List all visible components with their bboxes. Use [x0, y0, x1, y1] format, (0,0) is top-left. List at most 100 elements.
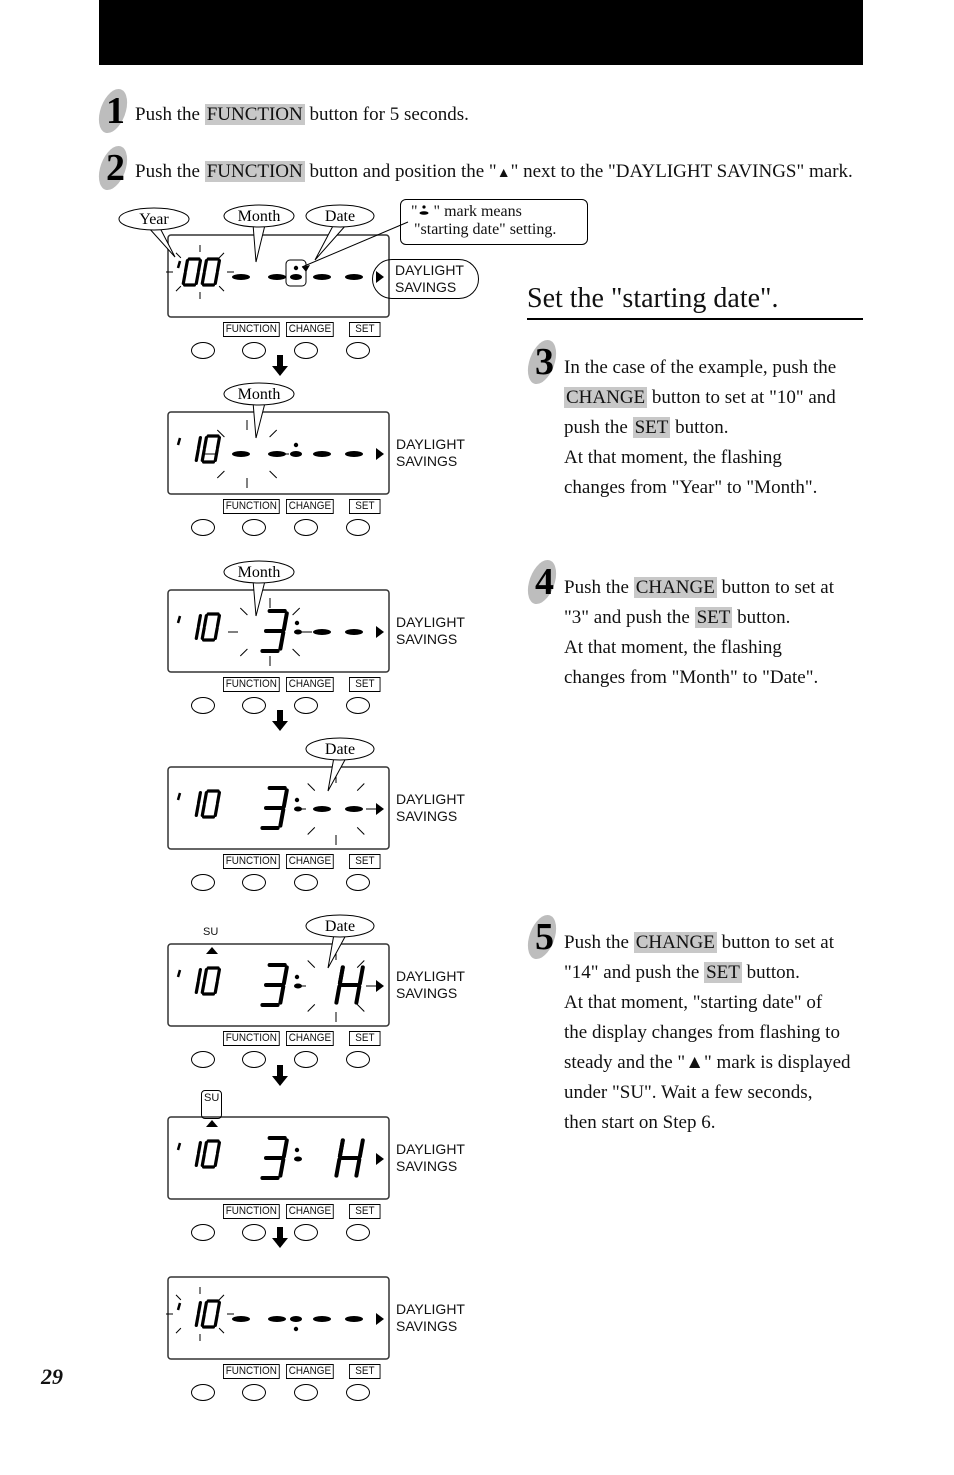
- su-label: SU: [203, 926, 219, 938]
- function-button[interactable]: [242, 1384, 266, 1401]
- function-button[interactable]: [242, 697, 266, 714]
- function-button[interactable]: [242, 519, 266, 536]
- text-segment: At that moment, "starting date" of: [564, 992, 823, 1013]
- function-label: FUNCTION: [223, 1364, 280, 1379]
- set-button[interactable]: [346, 1224, 370, 1241]
- change-button[interactable]: [294, 342, 318, 359]
- function-label: FUNCTION: [223, 1031, 280, 1046]
- colon-dot: [294, 620, 300, 626]
- change-button[interactable]: [294, 697, 318, 714]
- instruction-line: the display changes from flashing to: [564, 1018, 863, 1048]
- set-button[interactable]: [346, 874, 370, 891]
- text-segment: Push the: [564, 932, 634, 953]
- lcd-display-panel: DAYLIGHT SAVINGS FUNCTION CHANGE SET: [110, 1245, 510, 1425]
- physical-buttons: [191, 874, 381, 892]
- text-segment: button to set at: [716, 932, 835, 953]
- step-number-badge: 4: [523, 560, 563, 606]
- svg-text:Month: Month: [238, 208, 281, 225]
- page-number: 29: [41, 1364, 63, 1389]
- su-label: SU: [201, 1090, 223, 1119]
- instruction-line: At that moment, the flashing: [564, 443, 863, 473]
- blank-button[interactable]: [191, 342, 215, 359]
- colon-dot: [293, 265, 299, 271]
- set-button[interactable]: [346, 519, 370, 536]
- down-arrow-icon: [271, 1227, 289, 1249]
- change-button[interactable]: [294, 874, 318, 891]
- blank-button[interactable]: [191, 697, 215, 714]
- function-button[interactable]: [242, 342, 266, 359]
- change-label: CHANGE: [285, 499, 334, 514]
- change-button[interactable]: [294, 1224, 318, 1241]
- text-segment: In the case of the example, push the: [564, 357, 837, 378]
- text-segment: button.: [732, 607, 791, 628]
- text-segment: button.: [670, 417, 729, 438]
- text-segment: At that moment, the flashing: [564, 447, 782, 468]
- set-button[interactable]: [346, 697, 370, 714]
- daylight-savings-label: DAYLIGHT SAVINGS: [396, 1301, 465, 1334]
- instruction-line: push the SET button.: [564, 413, 863, 443]
- blank-button[interactable]: [191, 1051, 215, 1068]
- svg-text:Month: Month: [238, 564, 281, 581]
- change-label: CHANGE: [285, 1364, 334, 1379]
- change-button-ref: CHANGE: [633, 577, 717, 598]
- text-segment: button to set at: [716, 577, 835, 598]
- set-button-ref: SET: [694, 607, 733, 628]
- function-label: FUNCTION: [223, 677, 280, 692]
- blank-button[interactable]: [191, 1224, 215, 1241]
- function-label: FUNCTION: [223, 499, 280, 514]
- change-button[interactable]: [294, 519, 318, 536]
- instruction-line: In the case of the example, push the: [564, 353, 863, 383]
- change-button[interactable]: [294, 1384, 318, 1401]
- instruction-line: "3" and push the SET button.: [564, 603, 863, 633]
- set-button[interactable]: [346, 1384, 370, 1401]
- text-segment: "3" and push the: [564, 607, 695, 628]
- step-number-badge: 5: [523, 915, 563, 961]
- instruction-line: changes from "Year" to "Month".: [564, 473, 863, 503]
- svg-text:Date: Date: [325, 741, 355, 758]
- text-segment: button.: [741, 962, 800, 983]
- function-button[interactable]: [242, 1224, 266, 1241]
- text-segment: changes from "Month" to "Date".: [564, 667, 819, 688]
- set-label: SET: [348, 854, 381, 869]
- instruction-line: steady and the "▲" mark is displayed: [564, 1048, 863, 1078]
- instruction-line: under "SU". Wait a few seconds,: [564, 1078, 863, 1108]
- daylight-savings-label: DAYLIGHT SAVINGS: [396, 436, 465, 469]
- lcd-display-panel: SU DAYLIGHT SAVINGS FUNCTION CHANGE SET: [110, 1085, 510, 1265]
- function-label: FUNCTION: [223, 854, 280, 869]
- down-arrow-icon: [271, 710, 289, 732]
- button-labels: FUNCTION CHANGE SET: [223, 322, 384, 337]
- text-segment: steady and the "▲" mark is displayed: [564, 1052, 851, 1073]
- physical-buttons: [191, 519, 381, 537]
- lcd-display-panel: Date SU DAYLIGHT SAVINGS FUNCTION CHANGE SET: [110, 912, 510, 1092]
- section-title: Set the "starting date".: [527, 282, 863, 320]
- colon-dot: [294, 797, 300, 803]
- blank-button[interactable]: [191, 519, 215, 536]
- set-button[interactable]: [346, 342, 370, 359]
- triangle-up-icon: ▲: [496, 166, 511, 181]
- step-number-badge: 1: [94, 89, 134, 135]
- change-button[interactable]: [294, 1051, 318, 1068]
- text-segment: under "SU". Wait a few seconds,: [564, 1082, 813, 1103]
- step-3-instruction: In the case of the example, push the CHAN…: [564, 353, 863, 503]
- down-arrow-icon: [271, 1065, 289, 1087]
- function-button[interactable]: [242, 1051, 266, 1068]
- change-button-ref: CHANGE: [633, 932, 717, 953]
- blank-button[interactable]: [191, 874, 215, 891]
- colon-dot: [294, 1147, 300, 1153]
- daylight-savings-label: DAYLIGHT SAVINGS: [396, 791, 465, 824]
- step-1-instruction: Push the FUNCTION button for 5 seconds.: [135, 104, 469, 125]
- set-label: SET: [348, 1204, 381, 1219]
- instruction-line: At that moment, the flashing: [564, 633, 863, 663]
- text-segment: button to set at "10" and: [647, 387, 836, 408]
- text-segment: Push the: [564, 577, 634, 598]
- set-button[interactable]: [346, 1051, 370, 1068]
- change-label: CHANGE: [285, 677, 334, 692]
- button-labels: FUNCTION CHANGE SET: [223, 1031, 384, 1046]
- daylight-savings-label: DAYLIGHT SAVINGS: [372, 259, 479, 299]
- function-label: FUNCTION: [223, 1204, 280, 1219]
- svg-text:Month: Month: [238, 386, 281, 403]
- step-number-badge: 3: [523, 340, 563, 386]
- function-button[interactable]: [242, 874, 266, 891]
- set-label: SET: [348, 1364, 381, 1379]
- blank-button[interactable]: [191, 1384, 215, 1401]
